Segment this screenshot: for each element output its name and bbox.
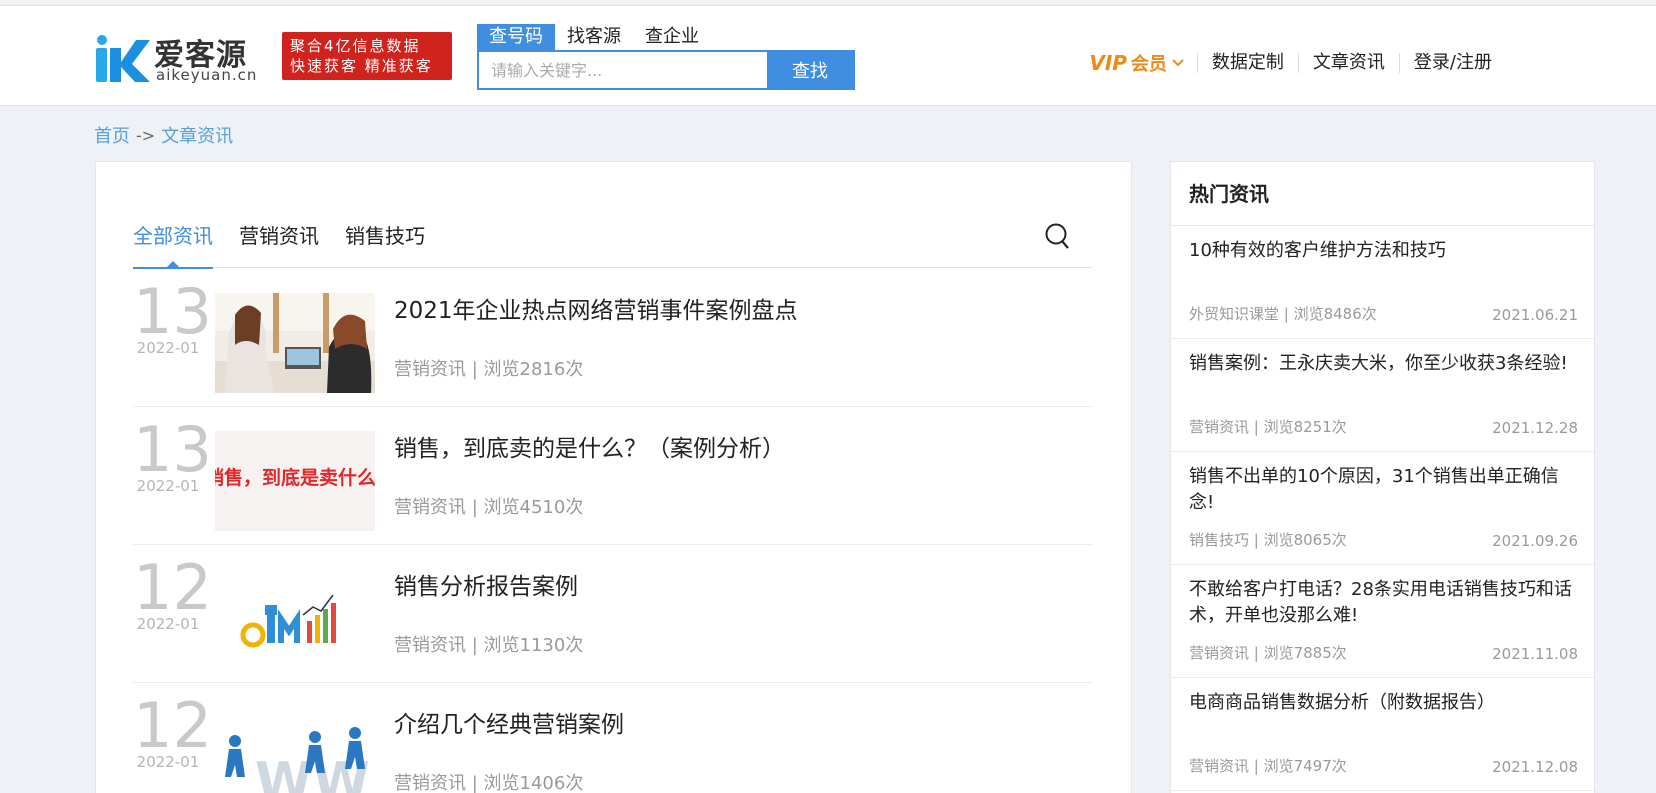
hot-news-item[interactable]: 不敢给客户打电话？28条实用电话销售技巧和话术，开单也没那么难! 营销资讯 | … [1171, 565, 1594, 678]
thumbnail-caption: 销售，到底是卖什么？ [215, 467, 375, 489]
promo-line-1: 聚合4亿信息数据 [290, 37, 421, 55]
article-meta: 营销资讯 | 浏览1406次 [394, 773, 584, 793]
nav-vip-member[interactable]: VIP 会员 [1089, 50, 1197, 76]
site-logo[interactable]: 爱客源 aikeyuan.cn [94, 30, 264, 88]
article-title[interactable]: 销售，到底卖的是什么？（案例分析） [394, 429, 785, 463]
article-list-panel: 全部资讯 营销资讯 销售技巧 13 2022-01 2021年企业热点网络营销事… [95, 161, 1132, 793]
article-year-month: 2022-01 [136, 339, 200, 357]
article-title[interactable]: 介绍几个经典营销案例 [394, 705, 624, 739]
article-title[interactable]: 2021年企业热点网络营销事件案例盘点 [394, 291, 798, 325]
vip-label: 会员 [1130, 54, 1167, 75]
hot-news-title[interactable]: 不敢给客户打电话？28条实用电话销售技巧和话术，开单也没那么难! [1189, 577, 1576, 629]
hot-news-meta: 营销资讯 | 浏览8251次 [1189, 418, 1347, 436]
tab-sales-tips[interactable]: 销售技巧 [345, 222, 425, 268]
search-tabs: 查号码 找客源 查企业 [477, 24, 711, 50]
hot-news-meta: 外贸知识课堂 | 浏览8486次 [1189, 305, 1377, 323]
article-meta: 营销资讯 | 浏览2816次 [394, 359, 584, 380]
article-year-month: 2022-01 [136, 477, 200, 495]
hot-news-sidebar: 热门资讯 10种有效的客户维护方法和技巧 外贸知识课堂 | 浏览8486次 20… [1170, 161, 1595, 793]
logo-subtext: aikeyuan.cn [156, 66, 258, 84]
article-item[interactable]: 13 2022-01 销售，到底是卖什么？ 销售，到底卖的是什么？（案例分析） … [133, 407, 1093, 545]
nav-login-register[interactable]: 登录/注册 [1398, 53, 1506, 73]
search-button[interactable]: 查找 [767, 52, 853, 88]
hot-news-title[interactable]: 销售不出单的10个原因，31个销售出单正确信念! [1189, 464, 1576, 516]
hot-news-item[interactable]: 10种有效的客户维护方法和技巧 外贸知识课堂 | 浏览8486次 2021.06… [1171, 226, 1594, 339]
article-day: 12 [133, 551, 212, 624]
hot-news-date: 2021.09.26 [1492, 532, 1578, 550]
article-day: 12 [133, 689, 212, 762]
hot-news-title[interactable]: 电商商品销售数据分析（附数据报告） [1189, 690, 1576, 716]
search-tab-company[interactable]: 查企业 [633, 24, 711, 50]
hot-news-item[interactable]: 销售案例：王永庆卖大米，你至少收获3条经验! 营销资讯 | 浏览8251次 20… [1171, 339, 1594, 452]
article-item[interactable]: 13 2022-01 2021年企业热点网络营销事件案例盘点 营销资讯 | 浏览… [133, 269, 1093, 407]
hot-news-meta: 销售技巧 | 浏览8065次 [1189, 531, 1347, 549]
hot-news-date: 2021.11.08 [1492, 645, 1578, 663]
nav-data-custom[interactable]: 数据定制 [1196, 53, 1298, 73]
breadcrumb-current[interactable]: 文章资讯 [161, 122, 233, 148]
sidebar-title: 热门资讯 [1171, 162, 1594, 226]
site-header: 爱客源 aikeyuan.cn 聚合4亿信息数据 快速获客 精准获客 查号码 找… [0, 6, 1656, 106]
article-day: 13 [133, 413, 212, 486]
chevron-down-icon [1172, 59, 1184, 67]
top-nav: VIP 会员 数据定制 文章资讯 登录/注册 [1089, 50, 1506, 76]
article-date: 13 2022-01 [133, 413, 212, 496]
hot-news-date: 2021.12.08 [1492, 758, 1578, 776]
tab-all-news[interactable]: 全部资讯 [133, 222, 213, 269]
hot-news-title[interactable]: 10种有效的客户维护方法和技巧 [1189, 238, 1576, 264]
breadcrumb: 首页 -> 文章资讯 [94, 122, 233, 148]
breadcrumb-separator: -> [136, 125, 156, 145]
article-thumbnail[interactable]: WW [215, 707, 375, 793]
category-tabs: 全部资讯 营销资讯 销售技巧 [133, 222, 1093, 269]
tab-marketing-news[interactable]: 营销资讯 [239, 222, 319, 268]
article-thumbnail[interactable]: 销售，到底是卖什么？ [215, 431, 375, 531]
search-tab-leads[interactable]: 找客源 [555, 24, 633, 50]
article-thumbnail[interactable] [215, 569, 375, 669]
breadcrumb-home[interactable]: 首页 [94, 122, 130, 148]
search-input[interactable] [479, 52, 767, 88]
hot-news-meta: 营销资讯 | 浏览7497次 [1189, 757, 1347, 775]
article-title[interactable]: 销售分析报告案例 [394, 567, 578, 601]
hot-news-item[interactable]: 销售不出单的10个原因，31个销售出单正确信念! 销售技巧 | 浏览8065次 … [1171, 452, 1594, 565]
article-meta: 营销资讯 | 浏览4510次 [394, 497, 584, 518]
promo-line-2: 快速获客 精准获客 [290, 57, 433, 75]
article-date: 12 2022-01 [133, 551, 212, 634]
search-box: 查找 [477, 50, 855, 90]
article-day: 13 [133, 275, 212, 348]
hot-news-title[interactable]: 销售案例：王永庆卖大米，你至少收获3条经验! [1189, 351, 1576, 377]
hot-news-date: 2021.12.28 [1492, 419, 1578, 437]
vip-prefix: VIP [1089, 51, 1127, 75]
article-meta: 营销资讯 | 浏览1130次 [394, 635, 584, 656]
article-item[interactable]: 12 2022-01 销售分析报告案例 营销资讯 | 浏览1130次 [133, 545, 1093, 683]
article-year-month: 2022-01 [136, 753, 200, 771]
article-year-month: 2022-01 [136, 615, 200, 633]
article-item[interactable]: 12 2022-01 WW 介绍几个经典营销案例 营销资讯 | 浏览1406次 [133, 683, 1093, 793]
promo-banner[interactable]: 聚合4亿信息数据 快速获客 精准获客 [282, 32, 452, 80]
article-date: 12 2022-01 [133, 689, 212, 772]
article-date: 13 2022-01 [133, 275, 212, 358]
hot-news-date: 2021.06.21 [1492, 306, 1578, 324]
nav-articles[interactable]: 文章资讯 [1297, 53, 1399, 73]
search-tab-phone[interactable]: 查号码 [477, 24, 555, 50]
hot-news-meta: 营销资讯 | 浏览7885次 [1189, 644, 1347, 662]
hot-news-item[interactable]: 电商商品销售数据分析（附数据报告） 营销资讯 | 浏览7497次 2021.12… [1171, 678, 1594, 791]
search-icon[interactable] [1044, 222, 1070, 250]
article-thumbnail[interactable] [215, 293, 375, 393]
logo-mark-icon [96, 35, 150, 82]
